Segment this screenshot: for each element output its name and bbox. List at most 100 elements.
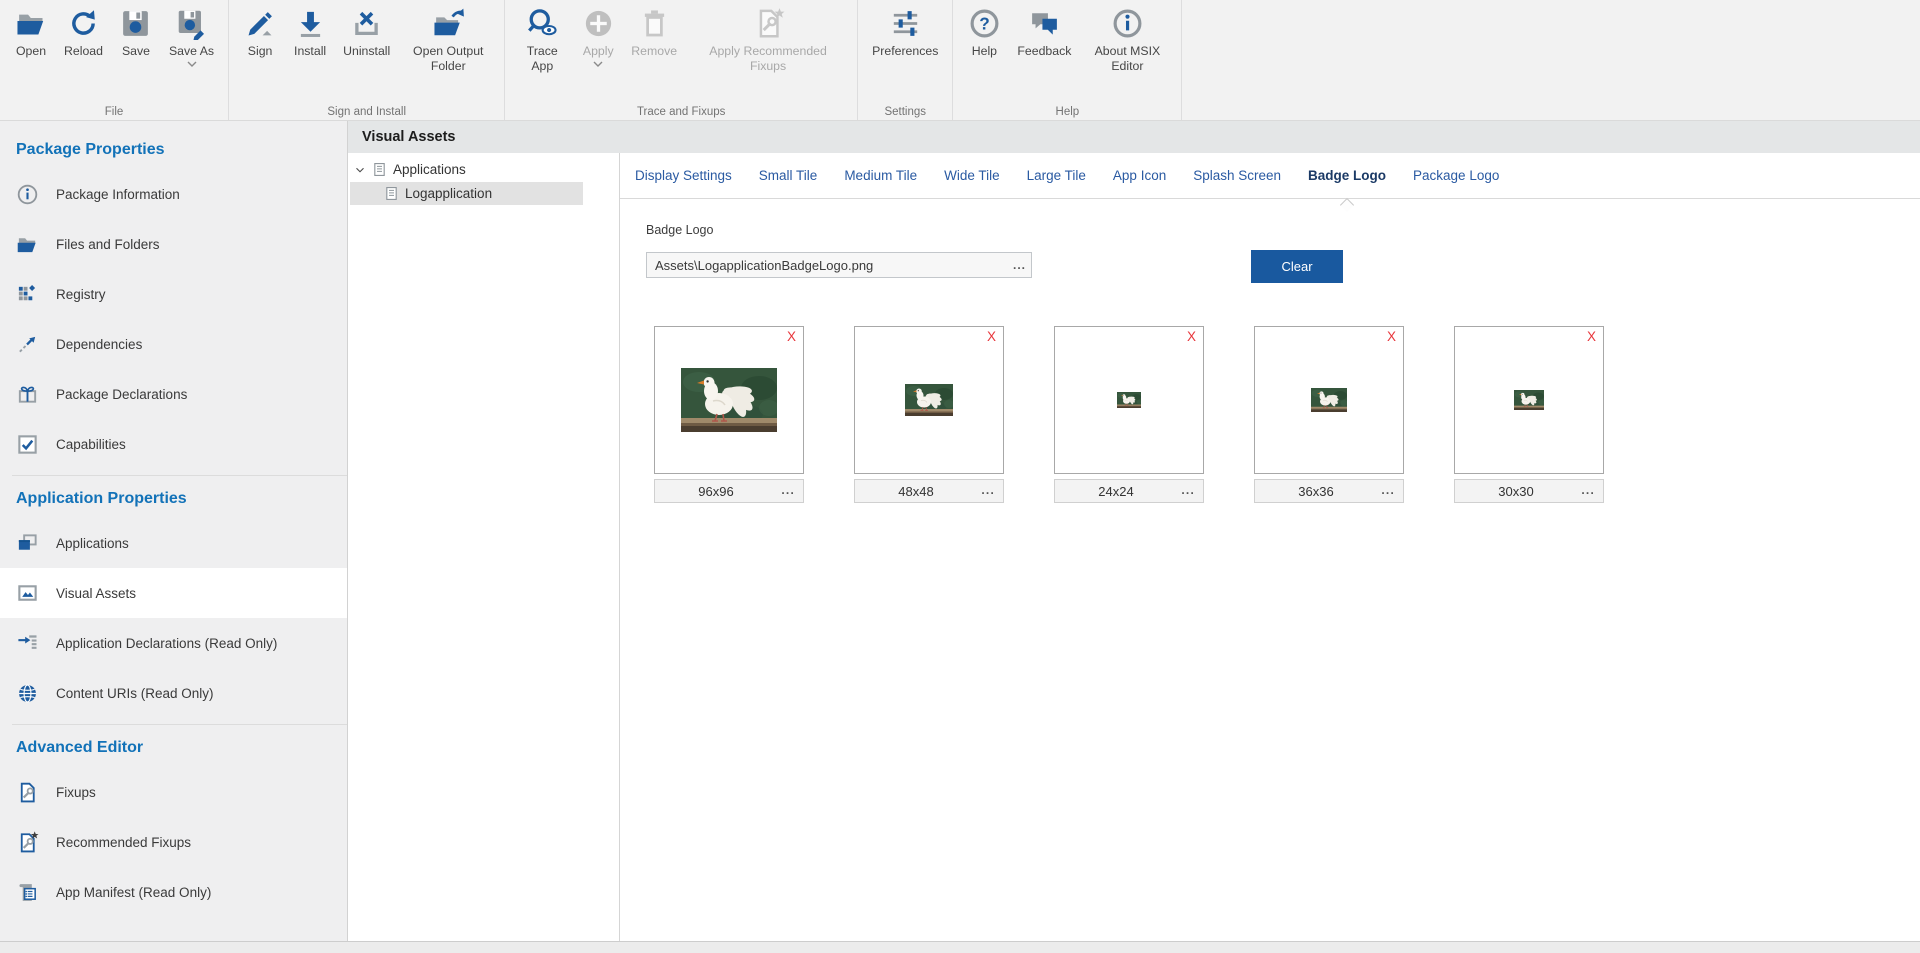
section-title-application-properties: Application Properties bbox=[0, 478, 347, 518]
remove-button[interactable]: Remove bbox=[623, 0, 685, 59]
sidebar-item-capabilities[interactable]: Capabilities bbox=[0, 419, 347, 469]
asset-size-label: 24x24 bbox=[1098, 484, 1133, 499]
sign-button[interactable]: Sign bbox=[235, 0, 285, 59]
apply-recommended-fixups-button-label: Apply Recommended Fixups bbox=[693, 44, 843, 73]
remove-asset-button[interactable]: X bbox=[1387, 329, 1396, 344]
badge-logo-image bbox=[905, 384, 953, 416]
remove-asset-button[interactable]: X bbox=[1187, 329, 1196, 344]
asset-size-label: 96x96 bbox=[698, 484, 733, 499]
browse-button[interactable]: ... bbox=[1013, 253, 1026, 277]
tab-small-tile[interactable]: Small Tile bbox=[759, 153, 818, 198]
tab-display-settings[interactable]: Display Settings bbox=[635, 153, 732, 198]
trace-app-button-label: Trace App bbox=[519, 44, 565, 73]
document-icon bbox=[384, 186, 399, 201]
save-icon bbox=[119, 7, 152, 40]
feedback-icon bbox=[1028, 7, 1061, 40]
save-as-icon bbox=[175, 7, 208, 40]
preferences-button[interactable]: Preferences bbox=[864, 0, 946, 59]
tree-node-logapplication[interactable]: Logapplication bbox=[350, 182, 583, 205]
uninstall-button-label: Uninstall bbox=[343, 44, 390, 59]
feedback-button[interactable]: Feedback bbox=[1009, 0, 1079, 59]
asset-options-button[interactable]: ... bbox=[981, 480, 995, 500]
open-button-label: Open bbox=[16, 44, 46, 59]
asset-options-button[interactable]: ... bbox=[1181, 480, 1195, 500]
trace-app-icon bbox=[526, 7, 559, 40]
tab-badge-logo[interactable]: Badge Logo bbox=[1308, 153, 1386, 198]
help-button[interactable]: Help bbox=[959, 0, 1009, 59]
capabilities-icon bbox=[16, 433, 39, 456]
ribbon-group-sign-and-install: Sign Install Uninstall Open Output Folde… bbox=[229, 0, 505, 120]
package-declarations-icon bbox=[16, 383, 39, 406]
tab-large-tile[interactable]: Large Tile bbox=[1027, 153, 1086, 198]
asset-options-button[interactable]: ... bbox=[1581, 480, 1595, 500]
asset-tile-36x36: X 36x36 ... bbox=[1254, 326, 1404, 503]
remove-asset-button[interactable]: X bbox=[1587, 329, 1596, 344]
remove-asset-button[interactable]: X bbox=[987, 329, 996, 344]
chevron-down-icon bbox=[593, 61, 603, 67]
asset-options-button[interactable]: ... bbox=[1381, 480, 1395, 500]
asset-tile-96x96: X 96x96 ... bbox=[654, 326, 804, 503]
asset-size-bar: 96x96 ... bbox=[654, 479, 804, 503]
sidebar-item-registry[interactable]: Registry bbox=[0, 269, 347, 319]
sidebar-item-fixups[interactable]: Fixups bbox=[0, 767, 347, 817]
apply-recommended-fixups-icon bbox=[752, 7, 785, 40]
asset-size-bar: 24x24 ... bbox=[1054, 479, 1204, 503]
badge-logo-image bbox=[681, 368, 777, 432]
sidebar-item-package-declarations[interactable]: Package Declarations bbox=[0, 369, 347, 419]
horizontal-scrollbar[interactable] bbox=[0, 941, 1920, 953]
sidebar-item-files-and-folders[interactable]: Files and Folders bbox=[0, 219, 347, 269]
asset-preview: X bbox=[1454, 326, 1604, 474]
install-button[interactable]: Install bbox=[285, 0, 335, 59]
asset-preview: X bbox=[854, 326, 1004, 474]
chevron-down-icon[interactable] bbox=[354, 164, 366, 176]
tree-node-applications[interactable]: Applications bbox=[348, 158, 619, 181]
ribbon-group-trace-and-fixups-label: Trace and Fixups bbox=[505, 106, 857, 118]
visual-assets-content: Display Settings Small Tile Medium Tile … bbox=[620, 153, 1920, 941]
tab-wide-tile[interactable]: Wide Tile bbox=[944, 153, 1000, 198]
open-output-folder-button-label: Open Output Folder bbox=[406, 44, 490, 73]
trace-app-button[interactable]: Trace App bbox=[511, 0, 573, 73]
save-as-button-label: Save As bbox=[169, 44, 214, 59]
apply-recommended-fixups-button[interactable]: Apply Recommended Fixups bbox=[685, 0, 851, 73]
sidebar-item-applications[interactable]: Applications bbox=[0, 518, 347, 568]
about-msix-editor-button[interactable]: About MSIX Editor bbox=[1079, 0, 1175, 73]
section-title-advanced-editor: Advanced Editor bbox=[0, 727, 347, 767]
applications-icon bbox=[16, 532, 39, 555]
tree-node-label: Applications bbox=[393, 162, 466, 177]
tab-medium-tile[interactable]: Medium Tile bbox=[844, 153, 917, 198]
tab-app-icon[interactable]: App Icon bbox=[1113, 153, 1166, 198]
apply-button[interactable]: Apply bbox=[573, 0, 623, 67]
sidebar-item-app-manifest[interactable]: App Manifest (Read Only) bbox=[0, 867, 347, 917]
sidebar-item-package-information[interactable]: Package Information bbox=[0, 169, 347, 219]
sign-icon bbox=[244, 7, 277, 40]
clear-button[interactable]: Clear bbox=[1251, 250, 1343, 283]
remove-asset-button[interactable]: X bbox=[787, 329, 796, 344]
sidebar-item-application-declarations[interactable]: Application Declarations (Read Only) bbox=[0, 618, 347, 668]
ribbon-group-file: Open Reload Save Save As File bbox=[0, 0, 229, 120]
sidebar-item-dependencies[interactable]: Dependencies bbox=[0, 319, 347, 369]
save-button[interactable]: Save bbox=[111, 0, 161, 59]
save-button-label: Save bbox=[122, 44, 150, 59]
remove-button-label: Remove bbox=[631, 44, 677, 59]
tab-splash-screen[interactable]: Splash Screen bbox=[1193, 153, 1281, 198]
page-title: Visual Assets bbox=[362, 129, 456, 145]
asset-options-button[interactable]: ... bbox=[781, 480, 795, 500]
badge-logo-image bbox=[1117, 392, 1141, 408]
tab-package-logo[interactable]: Package Logo bbox=[1413, 153, 1499, 198]
application-declarations-icon bbox=[16, 632, 39, 655]
remove-icon bbox=[638, 7, 671, 40]
save-as-button[interactable]: Save As bbox=[161, 0, 222, 67]
section-title-package-properties: Package Properties bbox=[0, 129, 347, 169]
badge-logo-path-input[interactable] bbox=[646, 252, 1032, 278]
open-output-folder-button[interactable]: Open Output Folder bbox=[398, 0, 498, 73]
sidebar-item-visual-assets[interactable]: Visual Assets bbox=[0, 568, 347, 618]
ribbon-group-trace-and-fixups: Trace App Apply Remove Apply Recommended… bbox=[505, 0, 858, 120]
open-button[interactable]: Open bbox=[6, 0, 56, 59]
reload-button[interactable]: Reload bbox=[56, 0, 111, 59]
msix-editor-window: Open Reload Save Save As File Sign bbox=[0, 0, 1920, 953]
sidebar-item-label: Files and Folders bbox=[56, 237, 160, 252]
uninstall-button[interactable]: Uninstall bbox=[335, 0, 398, 59]
sidebar-item-recommended-fixups[interactable]: Recommended Fixups bbox=[0, 817, 347, 867]
applications-tree: Applications Logapplication bbox=[348, 153, 620, 941]
sidebar-item-content-uris[interactable]: Content URIs (Read Only) bbox=[0, 668, 347, 718]
